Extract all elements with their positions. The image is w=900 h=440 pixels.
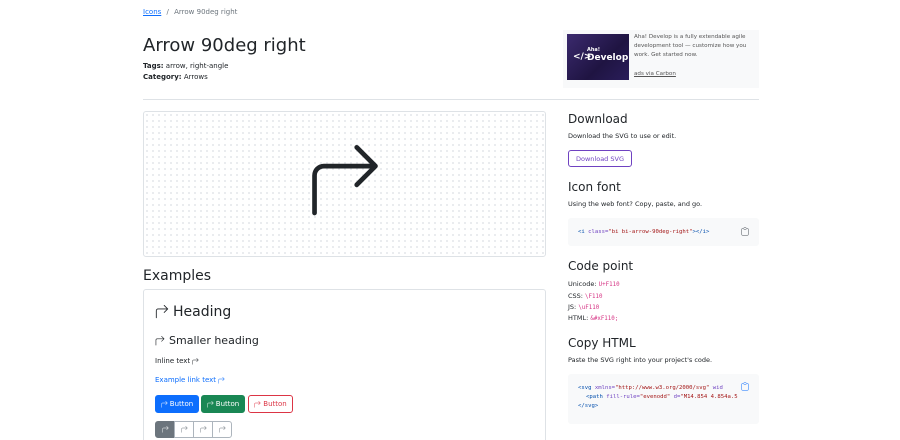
breadcrumb: Icons / Arrow 90deg right xyxy=(143,8,237,16)
divider xyxy=(143,99,759,100)
breadcrumb-separator: / xyxy=(166,8,169,16)
width-attr-partial: wid xyxy=(709,385,723,391)
icon-font-code: <i class="bi bi-arrow-90deg-right"></i> xyxy=(578,229,709,235)
arrow-90deg-right-icon xyxy=(254,400,261,408)
code-tag-close: ></i> xyxy=(692,229,710,235)
icon-preview xyxy=(143,111,546,257)
code-point-html: HTML: &#xF110; xyxy=(568,314,618,322)
example-button-group xyxy=(155,421,232,438)
tags-line: Tags: arrow, right-angle xyxy=(143,62,228,70)
example-button-danger-label: Button xyxy=(263,400,287,408)
breadcrumb-link-icons[interactable]: Icons xyxy=(143,8,161,16)
example-inline-text: Inline text xyxy=(155,357,199,365)
arrow-90deg-right-icon xyxy=(192,357,199,365)
d-value: "M14.854 4.854a.5 xyxy=(680,394,738,400)
example-link[interactable]: Example link text xyxy=(155,376,225,384)
fill-rule-attr: fill-rule= xyxy=(606,394,640,400)
code-point-heading: Code point xyxy=(568,259,634,273)
code-value: "bi bi-arrow-90deg-right" xyxy=(608,229,693,235)
example-button-primary[interactable]: Button xyxy=(155,395,199,413)
example-button-danger-outline[interactable]: Button xyxy=(248,395,293,413)
download-description: Download the SVG to use or edit. xyxy=(568,132,677,140)
arrow-90deg-right-icon xyxy=(155,305,169,319)
example-button-primary-label: Button xyxy=(169,400,194,408)
unicode-value: U+F110 xyxy=(598,282,620,288)
tags-value: arrow, right-angle xyxy=(163,62,229,70)
button-group-item[interactable] xyxy=(174,421,194,438)
example-inline-label: Inline text xyxy=(155,357,191,365)
copy-html-heading: Copy HTML xyxy=(568,336,636,350)
svg-tag: <svg xyxy=(578,385,595,391)
code-line-1: <svg xmlns="http://www.w3.org/2000/svg" … xyxy=(578,384,738,393)
d-attr: d= xyxy=(670,394,681,400)
arrow-90deg-right-icon xyxy=(218,426,226,433)
arrow-90deg-right-icon xyxy=(218,376,225,384)
arrow-90deg-right-icon xyxy=(207,400,214,408)
download-svg-button[interactable]: Download SVG xyxy=(568,150,632,167)
unicode-label: Unicode: xyxy=(568,280,599,288)
button-group-item[interactable] xyxy=(212,421,232,438)
code-point-js: JS: \uF110 xyxy=(568,303,599,311)
code-point-unicode: Unicode: U+F110 xyxy=(568,280,620,288)
copy-html-code-block: <svg xmlns="http://www.w3.org/2000/svg" … xyxy=(568,374,759,424)
code-line-3: </svg> xyxy=(578,402,738,411)
tags-label: Tags: xyxy=(143,62,164,70)
xmlns-attr: xmlns= xyxy=(594,385,616,391)
html-value: &#xF110; xyxy=(590,316,619,322)
carbon-ad: </> Aha! Develop Aha! Develop is a fully… xyxy=(563,30,759,88)
example-heading-small: Smaller heading xyxy=(155,334,259,347)
example-button-success-label: Button xyxy=(215,400,240,408)
category-line: Category: Arrows xyxy=(143,73,208,81)
arrow-90deg-right-icon xyxy=(161,400,168,408)
button-group-item-active[interactable] xyxy=(155,421,175,438)
arrow-90deg-right-icon xyxy=(199,426,207,433)
code-attr: class= xyxy=(588,229,609,235)
js-label: JS: xyxy=(568,303,579,311)
breadcrumb-current: Arrow 90deg right xyxy=(174,8,238,16)
example-heading-large: Heading xyxy=(155,304,231,320)
category-label: Category: xyxy=(143,73,182,81)
arrow-90deg-right-icon xyxy=(161,426,169,433)
example-heading-small-text: Smaller heading xyxy=(169,334,259,347)
arrow-90deg-right-icon xyxy=(312,145,378,216)
icon-font-heading: Icon font xyxy=(568,180,621,194)
code-tag-open: <i xyxy=(578,229,589,235)
code-line-2: <path fill-rule="evenodd" d="M14.854 4.8… xyxy=(578,393,738,402)
icon-font-description: Using the web font? Copy, paste, and go. xyxy=(568,200,703,208)
category-value: Arrows xyxy=(181,73,208,81)
download-heading: Download xyxy=(568,112,628,126)
svg-close-tag: </svg> xyxy=(578,403,599,409)
copy-html-description: Paste the SVG right into your project's … xyxy=(568,356,713,364)
page-title: Arrow 90deg right xyxy=(143,35,306,56)
js-value: \uF110 xyxy=(578,305,600,311)
button-group-item[interactable] xyxy=(193,421,213,438)
html-label: HTML: xyxy=(568,314,591,322)
code-point-css: CSS: \F110 xyxy=(568,292,603,300)
examples-heading: Examples xyxy=(143,268,212,284)
css-label: CSS: xyxy=(568,292,586,300)
example-link-label[interactable]: Example link text xyxy=(155,376,216,384)
icon-font-code-block: <i class="bi bi-arrow-90deg-right"></i> xyxy=(568,218,759,246)
xmlns-value: "http://www.w3.org/2000/svg" xyxy=(615,385,710,391)
clipboard-icon[interactable] xyxy=(741,227,749,236)
arrow-90deg-right-icon xyxy=(180,426,188,433)
copy-html-code: <svg xmlns="http://www.w3.org/2000/svg" … xyxy=(578,384,738,411)
example-button-success[interactable]: Button xyxy=(201,395,245,413)
ad-text[interactable]: Aha! Develop is a fully extendable agile… xyxy=(634,33,756,60)
fill-rule-value: "evenodd" xyxy=(639,394,671,400)
ad-image[interactable]: </> Aha! Develop xyxy=(567,34,629,80)
example-heading-large-text: Heading xyxy=(173,304,232,320)
path-tag: <path xyxy=(586,394,607,400)
clipboard-icon[interactable] xyxy=(741,382,749,391)
ad-image-line2: Develop xyxy=(587,53,629,63)
ad-via-carbon-link[interactable]: ads via Carbon xyxy=(634,71,676,77)
css-value: \F110 xyxy=(585,294,603,300)
arrow-90deg-right-icon xyxy=(155,335,165,345)
